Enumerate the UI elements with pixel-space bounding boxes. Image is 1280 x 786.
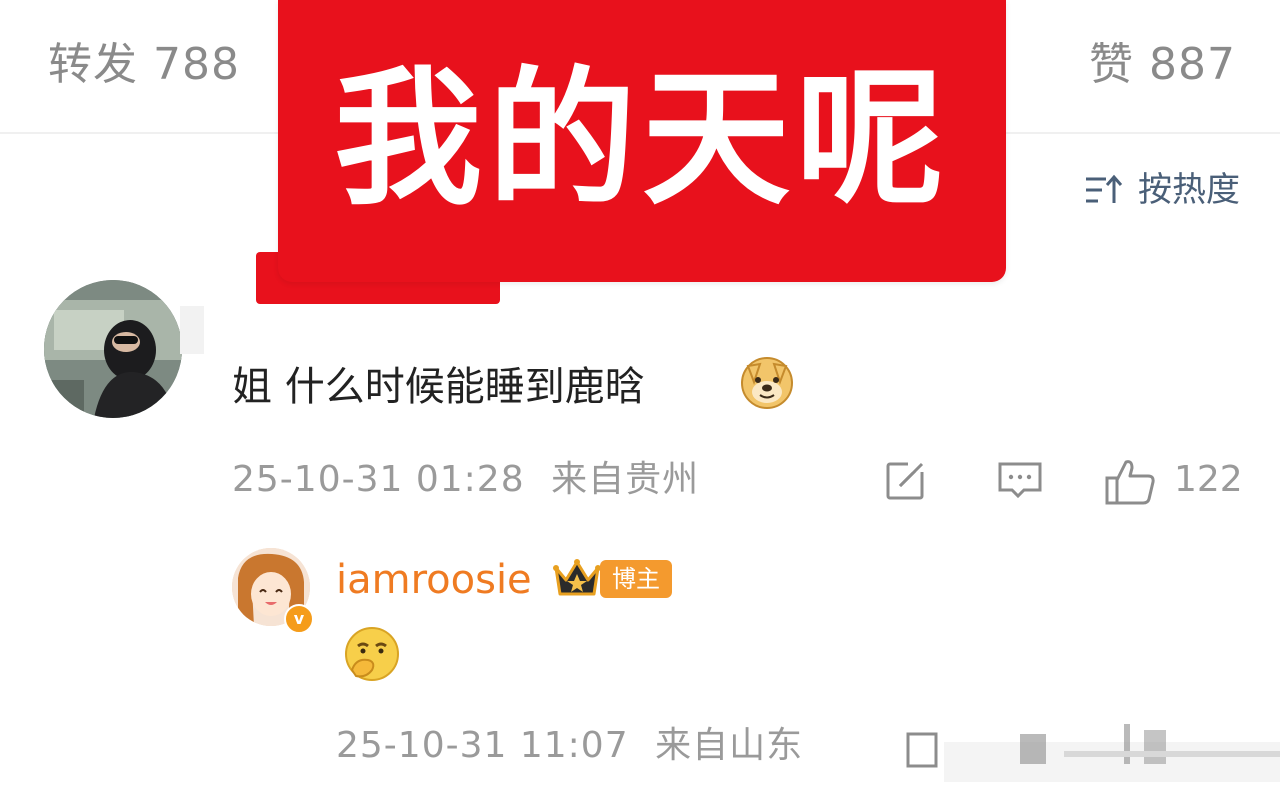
repost-icon[interactable] <box>884 458 932 506</box>
like-count-value: 122 <box>1174 459 1243 500</box>
reply-action-icons <box>904 720 1280 782</box>
author-username[interactable]: iamroosie <box>336 556 532 604</box>
reply-location: 来自山东 <box>655 725 804 766</box>
sort-label: 按热度 <box>1138 170 1240 210</box>
comment-time: 25-10-31 01:28 <box>232 459 525 500</box>
repost-count[interactable]: 转发 788 <box>48 40 240 90</box>
doge-emoji <box>738 352 796 414</box>
comment-location: 来自贵州 <box>551 459 700 500</box>
reply-meta: 25-10-31 11:07 来自山东 <box>336 726 803 766</box>
author-badge: 博主 <box>600 560 672 598</box>
commenter-avatar[interactable] <box>44 280 182 418</box>
comment-meta: 25-10-31 01:28 来自贵州 <box>232 460 699 500</box>
avatar-edge-decoration <box>180 306 204 354</box>
sort-by-hot-button[interactable]: 按热度 <box>1082 170 1240 210</box>
reply-icon[interactable] <box>996 458 1044 506</box>
thinking-emoji <box>342 624 402 688</box>
reply-time: 25-10-31 11:07 <box>336 725 629 766</box>
comment-text: 姐 什么时候能睡到鹿晗 <box>232 364 645 410</box>
crown-icon <box>552 556 602 604</box>
banner-text: 我的天呢 <box>334 53 950 225</box>
sort-icon <box>1082 172 1126 208</box>
like-icon[interactable] <box>1104 458 1158 510</box>
verified-badge: v <box>284 604 314 634</box>
like-count[interactable]: 赞 887 <box>1089 40 1236 90</box>
